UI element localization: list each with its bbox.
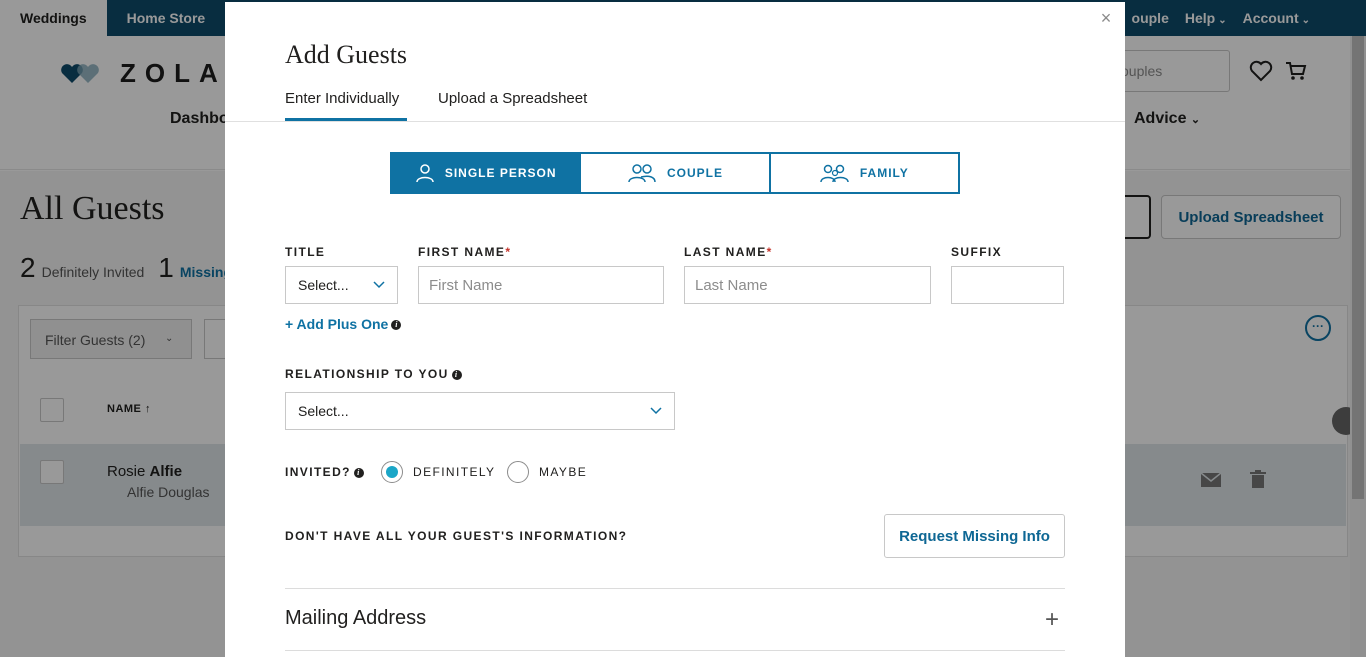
single-person-option[interactable]: SINGLE PERSON <box>392 154 582 192</box>
tab-divider <box>225 121 1125 122</box>
last-name-input[interactable]: Last Name <box>684 266 931 304</box>
relationship-select[interactable]: Select... <box>285 392 675 430</box>
title-label: TITLE <box>285 245 326 259</box>
add-guests-modal: × Add Guests Enter Individually Upload a… <box>225 2 1125 657</box>
last-name-label: LAST NAME* <box>684 245 773 259</box>
info-icon[interactable]: i <box>353 467 364 478</box>
person-icon <box>416 164 434 183</box>
definitely-label[interactable]: DEFINITELY <box>413 465 495 479</box>
tab-upload-spreadsheet[interactable]: Upload a Spreadsheet <box>438 90 587 107</box>
first-name-label: FIRST NAME* <box>418 245 511 259</box>
maybe-radio[interactable] <box>507 461 529 483</box>
couple-icon <box>628 164 656 183</box>
family-label: FAMILY <box>859 166 909 180</box>
relationship-label-text: RELATIONSHIP TO YOU <box>285 367 449 381</box>
invited-label-text: INVITED? <box>285 465 351 479</box>
mailing-address-title[interactable]: Mailing Address <box>285 607 426 630</box>
modal-title: Add Guests <box>285 40 408 69</box>
guest-type-selector: SINGLE PERSON COUPLE FAMILY <box>390 152 960 194</box>
missing-info-question: DON'T HAVE ALL YOUR GUEST'S INFORMATION? <box>285 529 628 543</box>
invited-label: INVITED? i <box>285 465 364 479</box>
couple-label: COUPLE <box>666 166 723 180</box>
maybe-label[interactable]: MAYBE <box>539 465 587 479</box>
family-option[interactable]: FAMILY <box>771 154 958 192</box>
definitely-radio[interactable] <box>381 461 403 483</box>
chevron-down-icon <box>373 281 385 289</box>
relationship-label: RELATIONSHIP TO YOU i <box>285 367 462 381</box>
first-name-input[interactable]: First Name <box>418 266 664 304</box>
couple-option[interactable]: COUPLE <box>581 154 771 192</box>
first-name-label-text: FIRST NAME <box>418 245 506 259</box>
close-icon[interactable]: × <box>1098 9 1114 27</box>
info-icon[interactable]: i <box>391 320 402 331</box>
required-mark: * <box>505 245 512 259</box>
add-plus-one-label: + Add Plus One <box>285 316 389 332</box>
chevron-down-icon <box>650 407 662 415</box>
request-missing-info-button[interactable]: Request Missing Info <box>884 514 1065 558</box>
divider <box>285 588 1065 589</box>
relationship-select-value: Select... <box>298 403 349 419</box>
add-plus-one-link[interactable]: + Add Plus One i <box>285 316 402 332</box>
single-person-label: SINGLE PERSON <box>444 166 557 180</box>
info-icon[interactable]: i <box>451 369 462 380</box>
divider <box>285 650 1065 651</box>
title-select[interactable]: Select... <box>285 266 398 304</box>
title-select-value: Select... <box>298 277 349 293</box>
suffix-label: SUFFIX <box>951 245 1003 259</box>
required-mark: * <box>766 245 773 259</box>
plus-icon[interactable]: + <box>1045 608 1059 632</box>
last-name-label-text: LAST NAME <box>684 245 767 259</box>
suffix-input[interactable] <box>951 266 1064 304</box>
tab-enter-individually[interactable]: Enter Individually <box>285 90 399 107</box>
family-icon <box>820 164 849 183</box>
